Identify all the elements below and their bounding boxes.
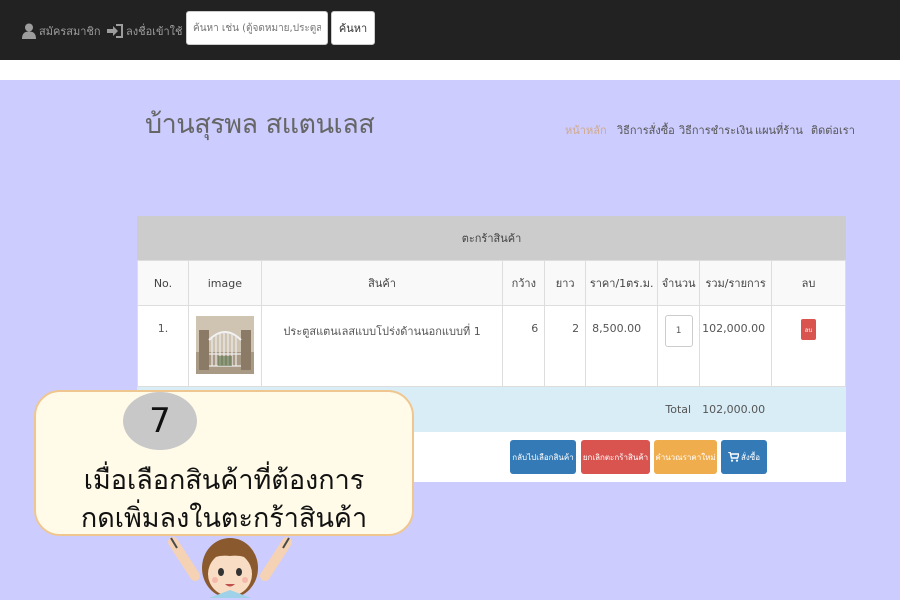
continue-shopping-button[interactable]: กลับไปเลือกสินค้า: [510, 440, 576, 474]
nav-how-to-order[interactable]: วิธีการสั่งซื้อ: [617, 121, 675, 139]
col-header-subtotal: รวม/รายการ: [699, 260, 773, 306]
item-length: 2: [572, 322, 580, 335]
register-link[interactable]: สมัครสมาชิก: [22, 22, 101, 40]
qty-input[interactable]: 1: [664, 315, 693, 347]
cart-title: ตะกร้าสินค้า: [137, 216, 846, 260]
login-icon: [107, 24, 123, 38]
callout-line-1: เมื่อเลือกสินค้าที่ต้องการ: [83, 465, 365, 496]
register-label: สมัครสมาชิก: [39, 25, 101, 38]
cancel-cart-button[interactable]: ยกเลิกตะกร้าสินค้า: [581, 440, 650, 474]
product-image[interactable]: [195, 316, 254, 374]
login-label: ลงชื่อเข้าใช้: [126, 25, 183, 38]
col-header-width: กว้าง: [502, 260, 546, 306]
callout-line-2: กดเพิ่มลงในตะกร้าสินค้า: [80, 503, 368, 534]
brand-title: บ้านสุรพล สแตนเลส: [145, 109, 375, 140]
cart-icon: [727, 452, 739, 462]
search-button[interactable]: ค้นหา: [331, 11, 375, 45]
total-value: 102,000.00: [699, 386, 773, 432]
item-width: 6: [531, 322, 539, 335]
col-header-price: ราคา/1ตร.ม.: [585, 260, 659, 306]
item-price: 8,500.00: [592, 322, 642, 335]
user-icon: [22, 23, 36, 39]
col-header-delete: ลบ: [771, 260, 846, 306]
step-number-badge: 7: [123, 392, 197, 450]
delete-button[interactable]: ลบ: [801, 319, 817, 340]
item-no: 1.: [157, 322, 169, 335]
table-row: 1. ประตูสแตนเลสแบบโปร่งด้านนอกแบบที่ 1 6…: [137, 305, 846, 387]
col-header-no: No.: [137, 260, 189, 306]
col-header-length: ยาว: [544, 260, 587, 306]
top-navbar: สมัครสมาชิก ลงชื่อเข้าใช้ ค้นหา: [0, 0, 900, 60]
col-header-product: สินค้า: [260, 260, 504, 306]
nav-contact[interactable]: ติดต่อเรา: [811, 121, 855, 139]
login-link[interactable]: ลงชื่อเข้าใช้: [107, 22, 182, 40]
col-header-qty: จำนวน: [657, 260, 701, 306]
gate-photo-icon: [195, 316, 254, 374]
nav-home[interactable]: หน้าหลัก: [565, 121, 607, 139]
recalculate-button[interactable]: คำนวณราคาใหม่: [654, 440, 717, 474]
table-header-row: No. image สินค้า กว้าง ยาว ราคา/1ตร.ม. จ…: [137, 260, 846, 306]
order-label: สั่งซื้อ: [740, 452, 761, 462]
col-header-image: image: [187, 260, 262, 306]
order-button[interactable]: สั่งซื้อ: [721, 440, 767, 474]
item-name: ประตูสแตนเลสแบบโปร่งด้านนอกแบบที่ 1: [283, 325, 481, 338]
nav-map[interactable]: แผนที่ร้าน: [755, 121, 803, 139]
nav-payment[interactable]: วิธีการชำระเงิน: [679, 121, 753, 139]
search-input[interactable]: [186, 11, 328, 45]
navbar-spacer: [0, 60, 900, 80]
item-subtotal: 102,000.00: [702, 322, 766, 335]
